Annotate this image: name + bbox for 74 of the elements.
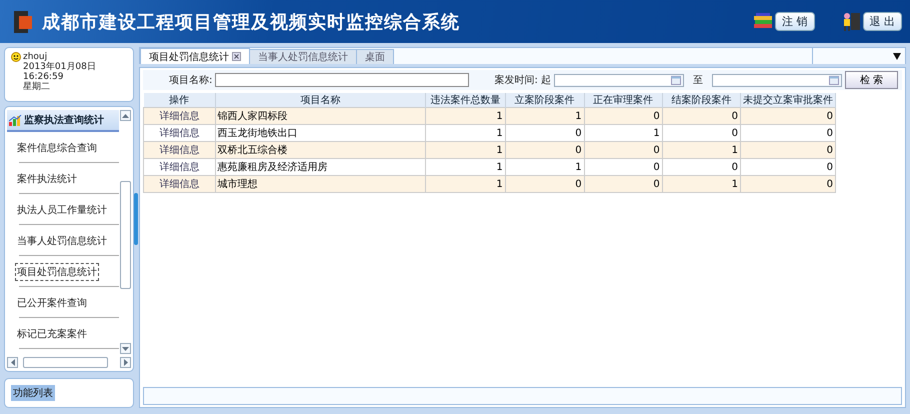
table-cell: 1: [426, 108, 506, 124]
table-cell: 1: [505, 108, 584, 124]
table-cell: 0: [584, 142, 662, 158]
nav-item[interactable]: 执法人员工作量统计: [15, 200, 109, 218]
nav-item[interactable]: 案件信息综合查询: [15, 138, 99, 156]
up-arrow-icon: [122, 114, 128, 118]
table-cell: 0: [505, 142, 584, 158]
detail-link[interactable]: 详细信息: [144, 108, 216, 124]
calendar-icon: [670, 75, 681, 85]
column-header: 未提交立案审批案件: [740, 93, 836, 108]
table-cell: 0: [740, 142, 836, 158]
column-header: 违法案件总数量: [426, 93, 506, 108]
project-name-field[interactable]: [215, 73, 470, 87]
left-arrow-icon: [10, 358, 14, 366]
user-name: zhouj: [23, 52, 48, 62]
table-cell: 0: [584, 108, 662, 124]
scrollbar-thumb[interactable]: [120, 181, 130, 289]
scrollbar-thumb[interactable]: [23, 356, 108, 368]
nav-item[interactable]: 项目处罚信息统计: [15, 262, 99, 280]
table-cell: 0: [740, 176, 836, 192]
table-cell: 0: [662, 108, 740, 124]
table-cell: 锦西人家四标段: [215, 108, 426, 124]
end-date-field[interactable]: [712, 74, 842, 86]
user-weekday: 星期二: [22, 82, 51, 92]
table-cell: 双桥北五综合楼: [215, 142, 426, 158]
scroll-up-button[interactable]: [120, 110, 130, 121]
close-icon[interactable]: [232, 52, 241, 61]
nav-section-header[interactable]: 监察执法查询统计: [7, 110, 119, 132]
nav-item[interactable]: 已公开案件查询: [15, 294, 89, 312]
column-header: 立案阶段案件: [505, 93, 584, 108]
user-date: 2013年01月08日: [22, 62, 97, 72]
tab[interactable]: 项目处罚信息统计: [140, 48, 250, 64]
scroll-left-button[interactable]: [7, 356, 18, 368]
table-cell: 0: [505, 176, 584, 192]
right-arrow-icon: [124, 358, 128, 366]
function-list-label[interactable]: 功能列表: [11, 385, 55, 401]
scroll-right-button[interactable]: [120, 356, 131, 368]
column-header: 操作: [144, 93, 216, 108]
detail-link[interactable]: 详细信息: [144, 142, 216, 158]
exit-button[interactable]: 退 出: [862, 12, 902, 31]
logout-button[interactable]: 注 销: [775, 12, 814, 31]
table-cell: 1: [426, 142, 506, 158]
column-header: 结案阶段案件: [662, 93, 740, 108]
bar-chart-icon: [9, 114, 22, 126]
field-label: 项目名称:: [169, 74, 212, 87]
calendar-icon: [828, 75, 839, 85]
logo-icon: [14, 10, 32, 32]
table-cell: 城市理想: [215, 176, 426, 192]
column-header: 项目名称: [215, 93, 426, 108]
field-label: 至: [692, 74, 703, 87]
table-cell: 1: [662, 176, 740, 192]
smiley-icon: [11, 52, 21, 62]
start-date-field[interactable]: [554, 74, 684, 86]
field-label: 起: [540, 74, 551, 87]
app-title: 成都市建设工程项目管理及视频实时监控综合系统: [42, 10, 460, 34]
nav-item[interactable]: 当事人处罚信息统计: [15, 232, 109, 250]
dropdown-arrow-icon: [893, 52, 901, 60]
tab[interactable]: 桌面: [356, 49, 394, 64]
nav-item[interactable]: 标记已充案案件: [15, 324, 89, 342]
detail-link[interactable]: 详细信息: [144, 176, 216, 192]
scroll-down-button[interactable]: [120, 343, 130, 354]
table-cell: 0: [584, 176, 662, 192]
tab[interactable]: 当事人处罚信息统计: [249, 49, 357, 64]
nav-section-title: 监察执法查询统计: [24, 114, 104, 127]
table-cell: 0: [740, 108, 836, 124]
table-cell: 1: [662, 142, 740, 158]
table-cell: 1: [426, 176, 506, 192]
splitter-handle[interactable]: [134, 193, 138, 245]
user-time: 16:26:59: [22, 72, 64, 82]
field-label: 案发时间:: [494, 74, 538, 87]
column-header: 正在审理案件: [584, 93, 662, 108]
down-arrow-icon: [122, 346, 128, 350]
nav-item[interactable]: 案件执法统计: [15, 170, 79, 188]
search-button[interactable]: 检 索: [844, 71, 898, 89]
